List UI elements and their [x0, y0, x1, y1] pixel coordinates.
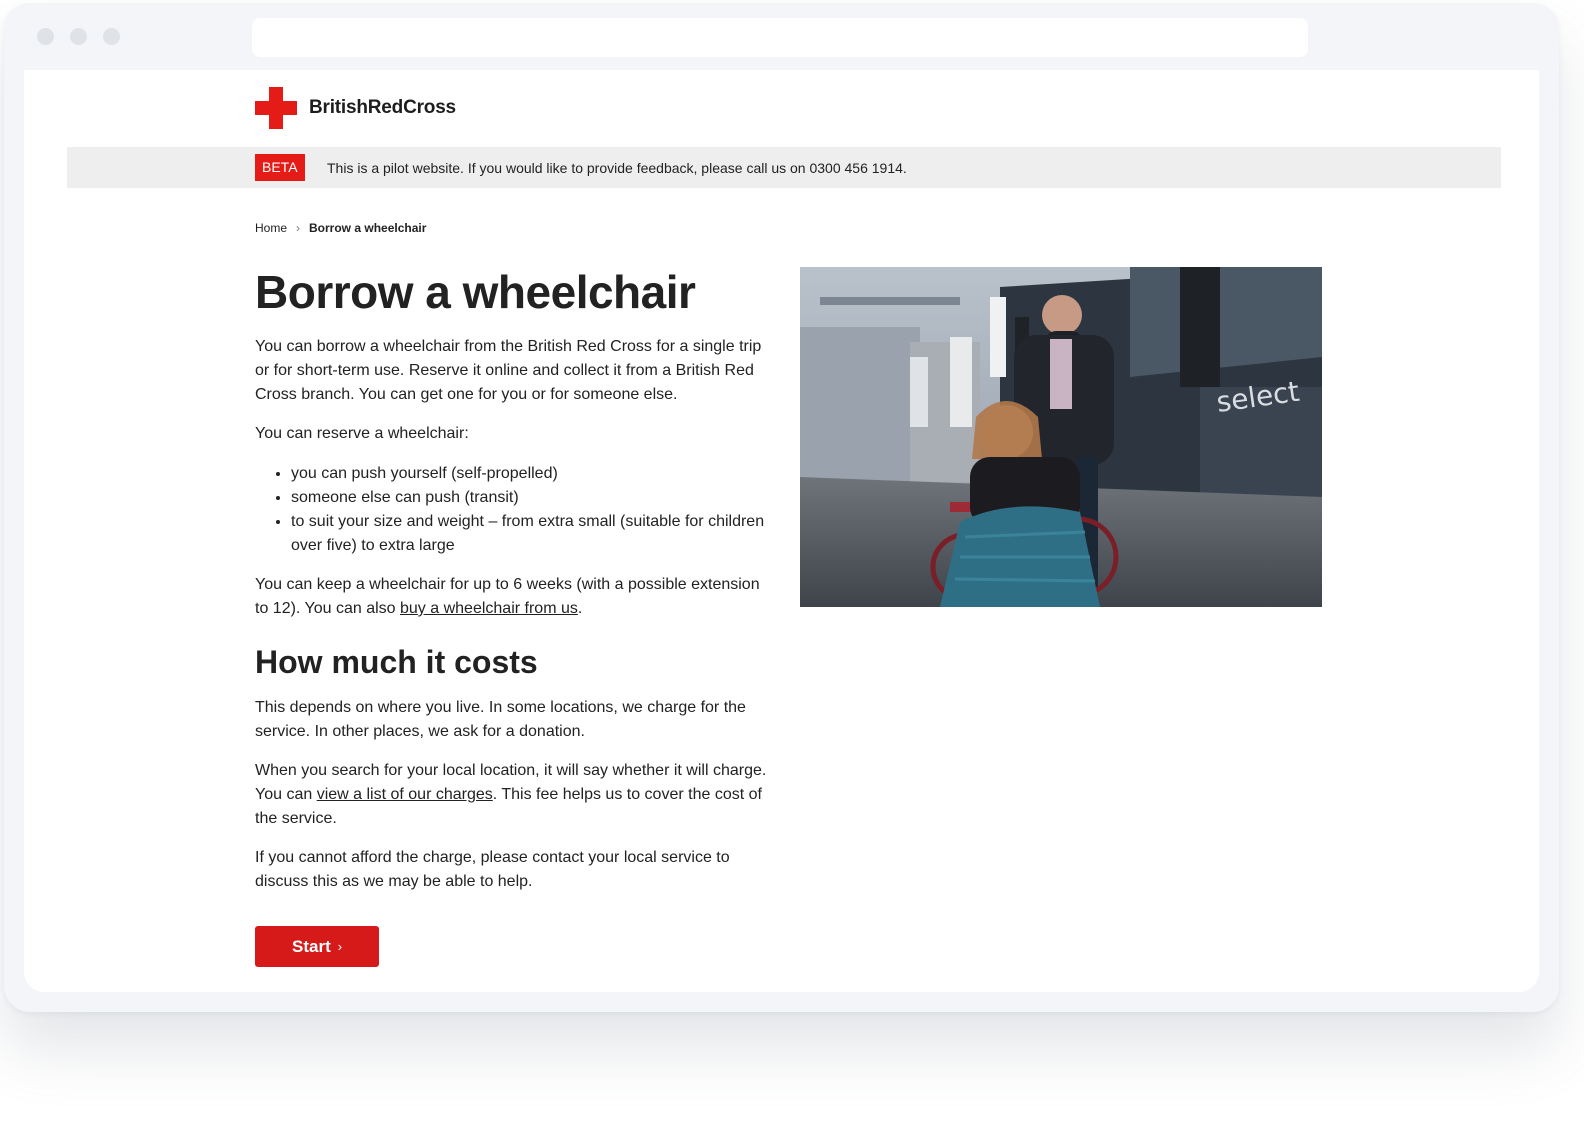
keep-paragraph: You can keep a wheelchair for up to 6 we…	[255, 573, 775, 621]
maximize-window-dot[interactable]	[103, 28, 120, 45]
cost-paragraph-1: This depends on where you live. In some …	[255, 699, 746, 740]
red-cross-icon	[255, 87, 297, 129]
start-button-label: Start	[292, 936, 331, 956]
cost-paragraph-2: When you search for your local location,…	[255, 759, 775, 831]
close-window-dot[interactable]	[37, 28, 54, 45]
brand-name: BritishRedCross	[309, 97, 456, 118]
window-controls	[37, 28, 120, 45]
cost-heading: How much it costs	[255, 644, 538, 680]
start-button[interactable]: Start ›	[255, 926, 380, 967]
address-bar[interactable]	[252, 18, 1308, 57]
main-content: Borrow a wheelchair You can borrow a whe…	[255, 266, 775, 967]
chevron-right-icon: ›	[337, 939, 343, 954]
brand-logo[interactable]: BritishRedCross	[255, 87, 456, 129]
minimize-window-dot[interactable]	[70, 28, 87, 45]
keep-text-end: .	[577, 600, 583, 617]
hero-photo: select	[800, 267, 1322, 607]
reserve-list: you can push yourself (self-propelled) s…	[255, 462, 775, 558]
breadcrumb-current: Borrow a wheelchair	[309, 221, 427, 235]
page-viewport: BritishRedCross BETA This is a pilot web…	[24, 70, 1539, 992]
beta-message: This is a pilot website. If you would li…	[327, 160, 907, 176]
reserve-lead: You can reserve a wheelchair:	[255, 425, 469, 442]
intro-paragraph: You can borrow a wheelchair from the Bri…	[255, 338, 762, 403]
charges-list-link[interactable]: view a list of our charges	[317, 786, 493, 803]
chevron-right-icon: ›	[296, 221, 301, 235]
breadcrumb-home-link[interactable]: Home	[255, 221, 287, 235]
cost-paragraph-3: If you cannot afford the charge, please …	[255, 849, 730, 890]
beta-banner: BETA This is a pilot website. If you wou…	[67, 147, 1501, 188]
browser-window: BritishRedCross BETA This is a pilot web…	[4, 3, 1559, 1012]
wheelchair-street-photo: select	[800, 267, 1322, 607]
list-item: someone else can push (transit)	[291, 486, 775, 510]
page-title: Borrow a wheelchair	[255, 266, 696, 318]
beta-tag: BETA	[255, 154, 305, 181]
breadcrumb: Home › Borrow a wheelchair	[255, 221, 426, 235]
list-item: you can push yourself (self-propelled)	[291, 462, 775, 486]
list-item: to suit your size and weight – from extr…	[291, 510, 775, 558]
buy-wheelchair-link[interactable]: buy a wheelchair from us	[400, 600, 578, 617]
